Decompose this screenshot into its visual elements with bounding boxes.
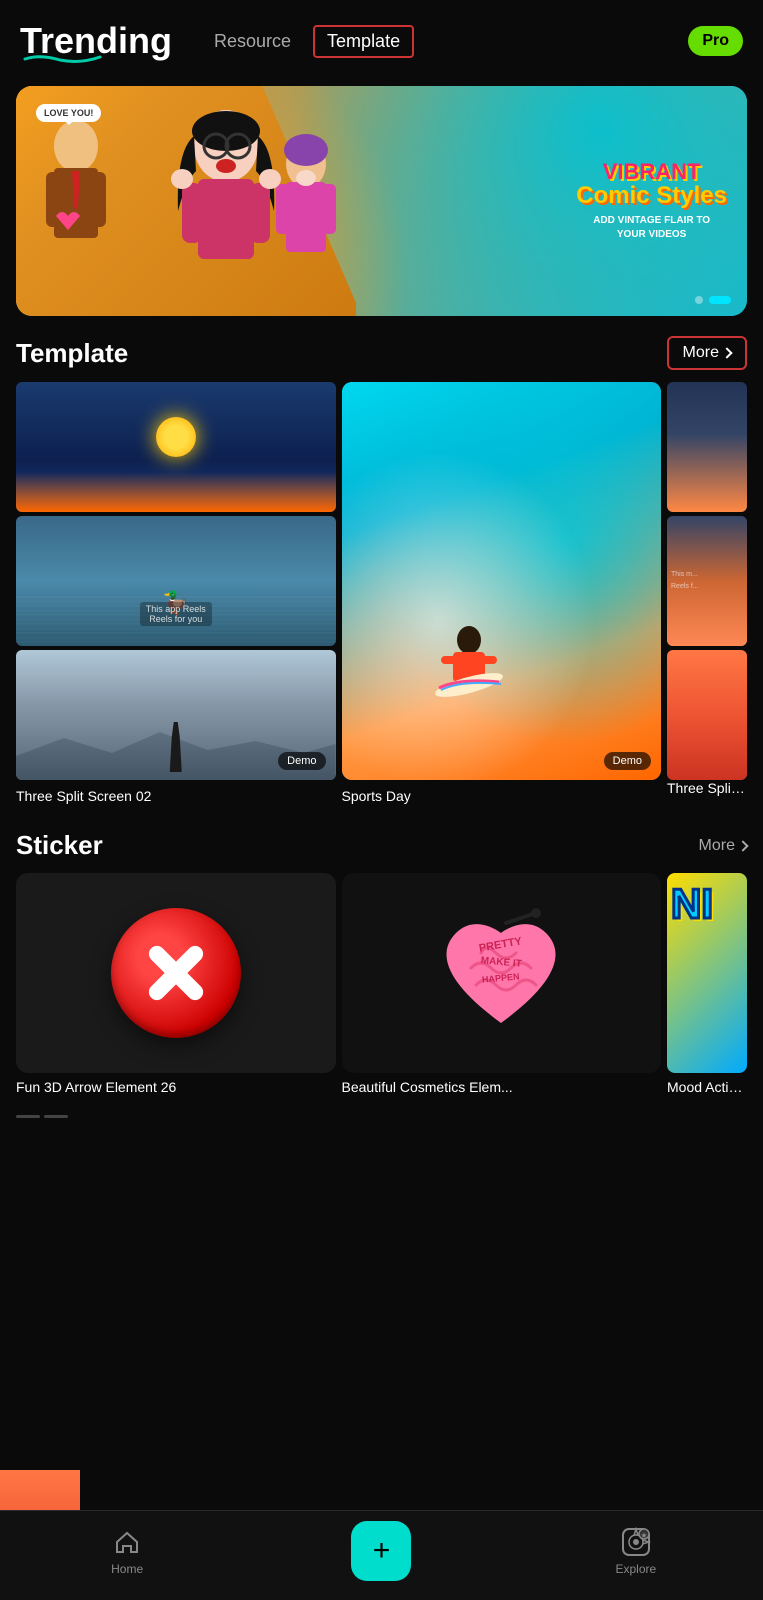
svg-text:Reels f...: Reels f... (671, 583, 699, 590)
dot-2 (709, 296, 731, 304)
div-line-1 (16, 1115, 40, 1118)
sticker-card-x[interactable] (16, 873, 336, 1073)
nav-item-explore[interactable]: ★ Explore (596, 1526, 676, 1576)
partial-silhouette-mid: This m... Reels f... (667, 516, 747, 646)
banner-comic-styles: Comic Styles (576, 184, 727, 208)
template-labels: Three Split Screen 02 Sports Day Three S… (0, 780, 763, 810)
chevron-right-icon (721, 347, 732, 358)
x-sticker-icon (111, 908, 241, 1038)
banner-vibrant: VIBRANT (576, 160, 727, 184)
sticker-labels: Fun 3D Arrow Element 26 Beautiful Cosmet… (0, 1073, 763, 1105)
duck-text: This app ReelsReels for you (140, 602, 212, 626)
banner-dots (695, 296, 731, 304)
surfer-figure (429, 620, 509, 700)
tab-template[interactable]: Template (313, 25, 414, 58)
explore-label: Explore (615, 1562, 656, 1576)
nav-item-home[interactable]: Home (87, 1526, 167, 1576)
banner-your-videos: YOUR VIDEOS (576, 228, 727, 242)
nav-tabs: Resource Template (202, 25, 688, 58)
partial-thumb-top (667, 382, 747, 512)
banner-add-vintage: ADD VINTAGE FLAIR TO (576, 214, 727, 228)
surf-wave (342, 382, 662, 780)
add-button[interactable]: + (351, 1521, 411, 1581)
sticker-card-heart[interactable]: PRETTY MAKE IT HAPPEN (342, 873, 662, 1073)
love-bubble: LOVE YOU! (36, 104, 101, 122)
sticker-label-2: Beautiful Cosmetics Elem... (342, 1079, 662, 1095)
explore-icon: ★ (620, 1526, 652, 1558)
heart-sticker-wrap: PRETTY MAKE IT HAPPEN (426, 903, 576, 1043)
partial-column: This m... Reels f... (667, 382, 747, 780)
add-icon: + (373, 1536, 391, 1566)
thumb-beach: Demo (16, 650, 336, 780)
template-card-three-split[interactable]: 🦆 This app ReelsReels for you Demo (16, 382, 336, 780)
nic-sticker-text: NI (667, 873, 747, 935)
demo-badge-left: Demo (278, 752, 325, 770)
sun-icon (156, 417, 196, 457)
bottom-nav: Home + ★ Explore (0, 1510, 763, 1600)
label-three-split: Three Split Screen 02 (16, 780, 336, 804)
template-section-title: Template (16, 338, 128, 369)
banner-text: VIBRANT Comic Styles ADD VINTAGE FLAIR T… (576, 160, 727, 242)
home-icon (111, 1526, 143, 1558)
sticker-section-title: Sticker (16, 830, 103, 861)
sticker-chevron-icon (737, 840, 748, 851)
title-underline (20, 52, 110, 64)
banner-characters: LOVE YOU! (16, 86, 356, 316)
demo-badge-sports: Demo (604, 752, 651, 770)
sticker-section-header: Sticker More (0, 810, 763, 873)
svg-text:★: ★ (640, 1531, 647, 1540)
thumb-water: 🦆 This app ReelsReels for you (16, 516, 336, 646)
banner: LOVE YOU! (16, 86, 747, 316)
home-label: Home (111, 1562, 143, 1576)
div-line-2 (44, 1115, 68, 1118)
character-center (156, 91, 296, 316)
horizon (16, 472, 336, 512)
template-grid: 🦆 This app ReelsReels for you Demo Demo (0, 382, 763, 780)
partial-thumb-bot (667, 650, 747, 780)
template-more-button[interactable]: More (667, 336, 747, 370)
pro-badge[interactable]: Pro (688, 26, 743, 56)
sticker-card-nic[interactable]: NI (667, 873, 747, 1073)
heart-brain-svg: PRETTY MAKE IT HAPPEN (426, 903, 576, 1043)
template-section-header: Template More (0, 316, 763, 382)
dot-1 (695, 296, 703, 304)
sticker-label-3: Mood Action W (667, 1079, 747, 1095)
thumb-sky (16, 382, 336, 512)
nav-item-add[interactable]: + (341, 1521, 421, 1581)
template-card-sports-day[interactable]: Demo (342, 382, 662, 780)
svg-text:This m...: This m... (671, 571, 698, 578)
x-cross (141, 938, 211, 1008)
sticker-grid: PRETTY MAKE IT HAPPEN NI (0, 873, 763, 1073)
bottom-divider (16, 1115, 747, 1118)
header: Trending Resource Template Pro (0, 0, 763, 72)
partial-thumb-mid: This m... Reels f... (667, 516, 747, 646)
tab-resource[interactable]: Resource (202, 25, 303, 58)
character-left (26, 96, 176, 316)
label-partial: Three Split Scre... (667, 780, 747, 804)
label-sports-day: Sports Day (342, 780, 662, 804)
sticker-more-button[interactable]: More (699, 837, 747, 855)
sticker-label-1: Fun 3D Arrow Element 26 (16, 1079, 336, 1095)
